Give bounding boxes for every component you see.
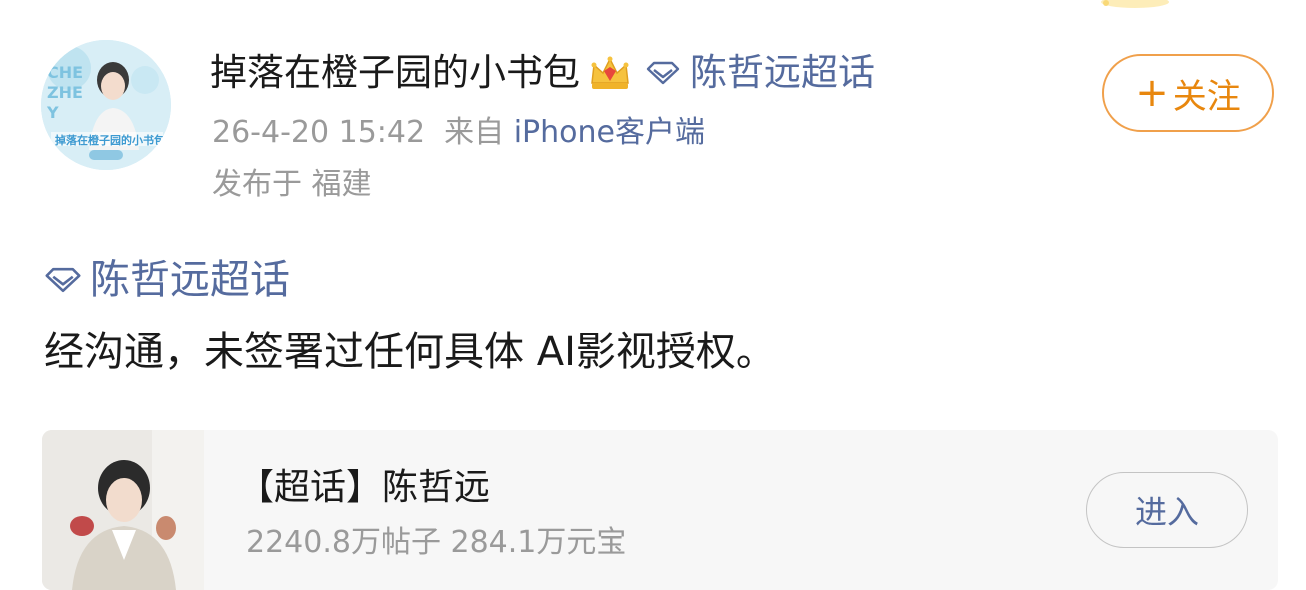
post-source-link[interactable]: iPhone客户端 [514, 115, 705, 150]
follow-label: 关注 [1172, 76, 1241, 117]
enter-button[interactable]: 进入 [1086, 472, 1248, 548]
svg-text:Y: Y [46, 103, 59, 122]
supertopic-card[interactable]: 【超话】陈哲远 2240.8万帖子 284.1万元宝 进入 [42, 430, 1278, 590]
post-meta: 26-4-20 15:42 来自 iPhone客户端 [212, 112, 705, 154]
author-name[interactable]: 掉落在橙子园的小书包 [210, 48, 580, 98]
decoration-sparkle [1101, 0, 1169, 8]
svg-text:CHE: CHE [47, 63, 83, 82]
card-stats: 2240.8万帖子 284.1万元宝 [246, 525, 627, 560]
svg-text:ZHE: ZHE [47, 83, 83, 102]
card-title: 【超话】陈哲远 [238, 467, 491, 508]
post-body-text: 经沟通，未签署过任何具体 AI影视授权。 [44, 329, 776, 375]
plus-icon: + [1135, 70, 1169, 116]
follow-button[interactable]: + 关注 [1102, 54, 1274, 132]
author-row: 掉落在橙子园的小书包 陈哲远超话 [210, 48, 875, 98]
body-topic-label: 陈哲远超话 [90, 257, 290, 303]
author-avatar[interactable]: CHE ZHE Y 掉落在橙子园的小书包 [41, 40, 171, 170]
avatar-caption: 掉落在橙子园的小书包 [55, 133, 165, 147]
post-time: 26-4-20 15:42 [212, 115, 426, 150]
header-topic-label: 陈哲远超话 [690, 51, 875, 94]
supertopic-diamond-icon [646, 61, 680, 85]
body-topic-link[interactable]: 陈哲远超话 [44, 252, 290, 308]
supertopic-diamond-icon [44, 267, 82, 293]
header-topic-link[interactable]: 陈哲远超话 [646, 48, 875, 98]
card-thumbnail [42, 430, 204, 590]
source-prefix: 来自 [444, 115, 505, 150]
crown-vip-icon[interactable] [588, 53, 632, 93]
post-location: 发布于 福建 [212, 167, 372, 202]
